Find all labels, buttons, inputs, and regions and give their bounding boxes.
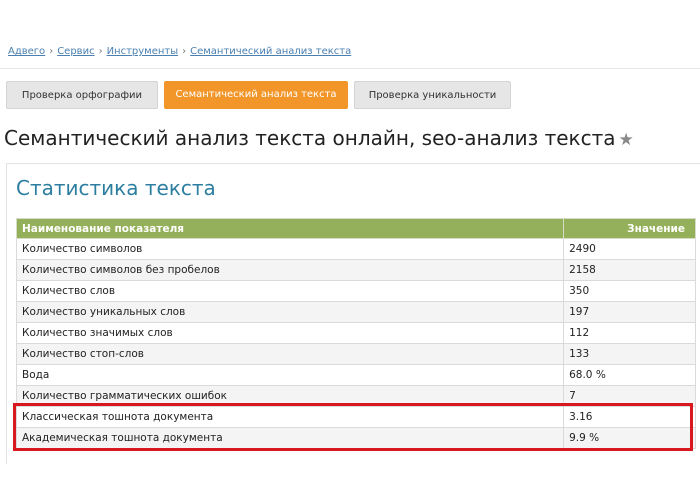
tab-uniqueness[interactable]: Проверка уникальности [354,81,511,109]
row-name: Количество символов без пробелов [15,259,565,281]
breadcrumb-divider [0,68,700,69]
column-header-value[interactable]: Значение [563,218,696,239]
table-row: Вода 68.0 % [15,364,696,386]
page-title: Семантический анализ текста онлайн, seo-… [4,126,634,150]
row-value: 350 [563,280,696,302]
stats-table: Наименование показателя Значение Количес… [15,218,696,449]
table-row: Академическая тошнота документа 9.9 % [15,427,696,449]
row-name: Академическая тошнота документа [15,427,565,449]
page-title-text: Семантический анализ текста онлайн, seo-… [4,126,616,150]
breadcrumb-separator: › [182,46,187,57]
breadcrumb-link-advego[interactable]: Адвего [8,46,45,57]
breadcrumb: Адвего › Сервис › Инструменты › Семантический … [8,46,351,60]
breadcrumb-link-semantic[interactable]: Семантический анализ текста [190,46,351,57]
row-value: 9.9 % [563,427,696,449]
star-icon[interactable]: ★ [619,130,634,150]
stats-title: Статистика текста [16,176,216,200]
table-header-row: Наименование показателя Значение [15,218,696,239]
row-name: Количество уникальных слов [15,301,565,323]
tab-spellcheck[interactable]: Проверка орфографии [6,81,158,109]
table-row: Количество стоп-слов 133 [15,343,696,365]
row-name: Количество символов [15,238,565,260]
tab-semantic-analysis[interactable]: Семантический анализ текста [164,81,348,109]
column-header-name[interactable]: Наименование показателя [15,218,565,239]
row-name: Классическая тошнота документа [15,406,565,428]
breadcrumb-link-tools[interactable]: Инструменты [107,46,179,57]
row-name: Вода [15,364,565,386]
table-row: Количество грамматических ошибок 7 [15,385,696,407]
row-value: 133 [563,343,696,365]
table-row: Количество символов без пробелов 2158 [15,259,696,281]
breadcrumb-separator: › [98,46,103,57]
breadcrumb-link-service[interactable]: Сервис [57,46,94,57]
breadcrumb-separator: › [49,46,54,57]
row-value: 2158 [563,259,696,281]
table-row: Классическая тошнота документа 3.16 [15,406,696,428]
row-value: 68.0 % [563,364,696,386]
row-name: Количество значимых слов [15,322,565,344]
table-row: Количество уникальных слов 197 [15,301,696,323]
table-row: Количество слов 350 [15,280,696,302]
row-value: 112 [563,322,696,344]
table-row: Количество символов 2490 [15,238,696,260]
row-value: 3.16 [563,406,696,428]
row-name: Количество грамматических ошибок [15,385,565,407]
top-strip [0,0,700,42]
row-value: 2490 [563,238,696,260]
row-name: Количество слов [15,280,565,302]
table-row: Количество значимых слов 112 [15,322,696,344]
row-name: Количество стоп-слов [15,343,565,365]
row-value: 197 [563,301,696,323]
row-value: 7 [563,385,696,407]
